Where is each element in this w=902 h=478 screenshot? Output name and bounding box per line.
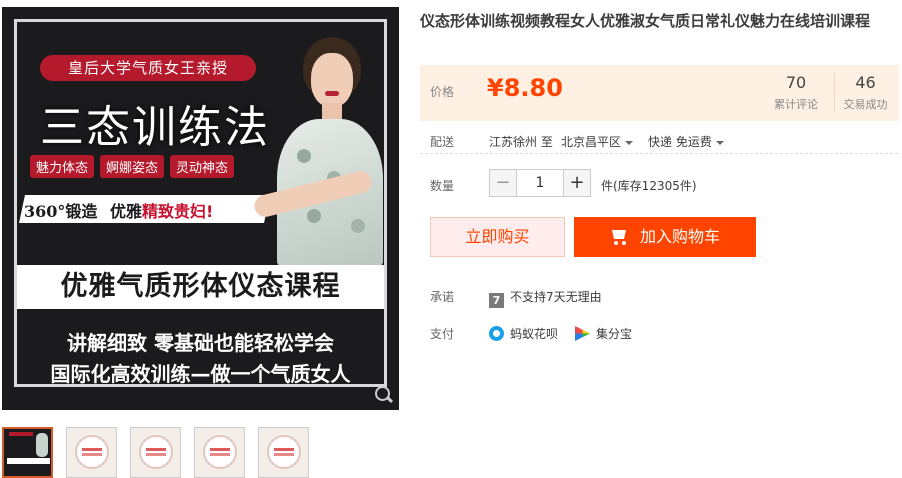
thumbnail-text-lines <box>82 448 102 451</box>
model-illustration <box>252 33 387 267</box>
promise-item[interactable]: 7 不支持7天无理由 <box>489 288 602 308</box>
payment-label: 支付 <box>430 327 455 341</box>
payment-method-label: 蚂蚁花呗 <box>510 327 559 341</box>
thumbnail-text-lines <box>210 448 230 451</box>
deals-stat: 46 交易成功 <box>834 73 896 112</box>
banner-course-title: 优雅气质形体仪态课程 <box>17 265 384 309</box>
banner-tag: 婀娜姿态 <box>100 155 165 178</box>
thumbnail-5[interactable] <box>258 427 309 478</box>
add-to-cart-label: 加入购物车 <box>639 227 720 246</box>
banner-promo-line1: 讲解细致 零基础也能轻松学会 <box>67 331 334 355</box>
quantity-decrease-button[interactable]: − <box>489 169 517 197</box>
price-panel: 价格 ¥8.80 70 累计评论 46 交易成功 <box>420 65 899 121</box>
thumbnail-badge <box>203 435 237 469</box>
thumbnail-band <box>7 458 50 464</box>
quantity-label: 数量 <box>430 179 455 193</box>
product-page: 皇后大学气质女王亲授 三态训练法 魅力体态 婀娜姿态 灵动神态 360°锻造 优… <box>0 0 902 478</box>
banner-slogan-prefix: 360°锻造 <box>24 202 98 221</box>
price-value: ¥8.80 <box>487 74 563 102</box>
thumbnail-ribbon <box>9 432 33 436</box>
deals-count: 46 <box>855 73 876 92</box>
seven-day-icon: 7 <box>489 293 504 308</box>
thumbnail-1[interactable] <box>2 427 53 478</box>
thumbnail-badge <box>139 435 173 469</box>
quantity-increase-button[interactable]: + <box>563 169 591 197</box>
banner-tag: 魅力体态 <box>30 155 95 178</box>
banner-headline: 三态训练法 <box>40 102 270 153</box>
thumbnail-strip <box>2 427 309 478</box>
main-product-image[interactable]: 皇后大学气质女王亲授 三态训练法 魅力体态 婀娜姿态 灵动神态 360°锻造 优… <box>2 7 399 410</box>
buy-now-button[interactable]: 立即购买 <box>430 217 565 257</box>
model-face <box>311 53 353 107</box>
thumbnail-model <box>36 433 48 457</box>
add-to-cart-button[interactable]: 加入购物车 <box>574 217 756 257</box>
quantity-input[interactable]: 1 <box>517 169 563 197</box>
promise-label: 承诺 <box>430 290 455 304</box>
payment-huabei[interactable]: 蚂蚁花呗 <box>489 325 558 342</box>
cart-icon <box>610 230 628 245</box>
thumbnail-badge <box>75 435 109 469</box>
promise-text: 不支持7天无理由 <box>510 290 602 304</box>
payment-method-label: 集分宝 <box>596 327 633 341</box>
price-label: 价格 <box>430 85 455 99</box>
stock-text: 件(库存12305件) <box>601 179 697 193</box>
chevron-down-icon <box>625 140 634 145</box>
chevron-down-icon <box>715 140 724 145</box>
reviews-label: 累计评论 <box>774 98 818 111</box>
divider <box>420 153 898 154</box>
shipping-select[interactable]: 快递 免运费 <box>648 133 724 150</box>
thumbnail-4[interactable] <box>194 427 245 478</box>
thumbnail-text-lines <box>146 448 166 451</box>
quantity-stepper: − 1 + <box>489 169 591 197</box>
thumbnail-3[interactable] <box>130 427 181 478</box>
banner-slogan-b: 精致贵妇! <box>142 202 214 221</box>
delivery-from: 江苏徐州 至 <box>489 135 553 149</box>
magnifier-icon[interactable] <box>375 386 393 404</box>
thumbnail-text-lines <box>274 448 294 451</box>
banner-slogan-a: 优雅 <box>110 202 143 221</box>
delivery-destination: 北京昌平区 <box>561 135 622 149</box>
delivery-label: 配送 <box>430 135 455 149</box>
thumbnail-2[interactable] <box>66 427 117 478</box>
reviews-stat[interactable]: 70 累计评论 <box>765 73 827 112</box>
shipping-method: 快递 免运费 <box>648 135 712 149</box>
model-lips <box>325 91 339 96</box>
banner-tag: 灵动神态 <box>170 155 235 178</box>
reviews-count: 70 <box>785 73 807 92</box>
payment-jifenbao[interactable]: 集分宝 <box>575 325 632 342</box>
thumbnail-badge <box>267 435 301 469</box>
banner-tags: 魅力体态 婀娜姿态 灵动神态 <box>30 155 235 178</box>
delivery-destination-select[interactable]: 北京昌平区 <box>561 133 634 150</box>
banner-slogan: 优雅精致贵妇! <box>110 198 213 222</box>
product-title: 仪态形体训练视频教程女人优雅淑女气质日常礼仪魅力在线培训课程 <box>420 12 871 30</box>
huabei-icon <box>489 326 504 341</box>
jifenbao-icon <box>575 326 590 341</box>
deals-label: 交易成功 <box>843 98 888 111</box>
banner-promo-line2: 国际化高效训练—做一个气质女人 <box>50 362 351 386</box>
banner-ribbon: 皇后大学气质女王亲授 <box>40 55 256 81</box>
